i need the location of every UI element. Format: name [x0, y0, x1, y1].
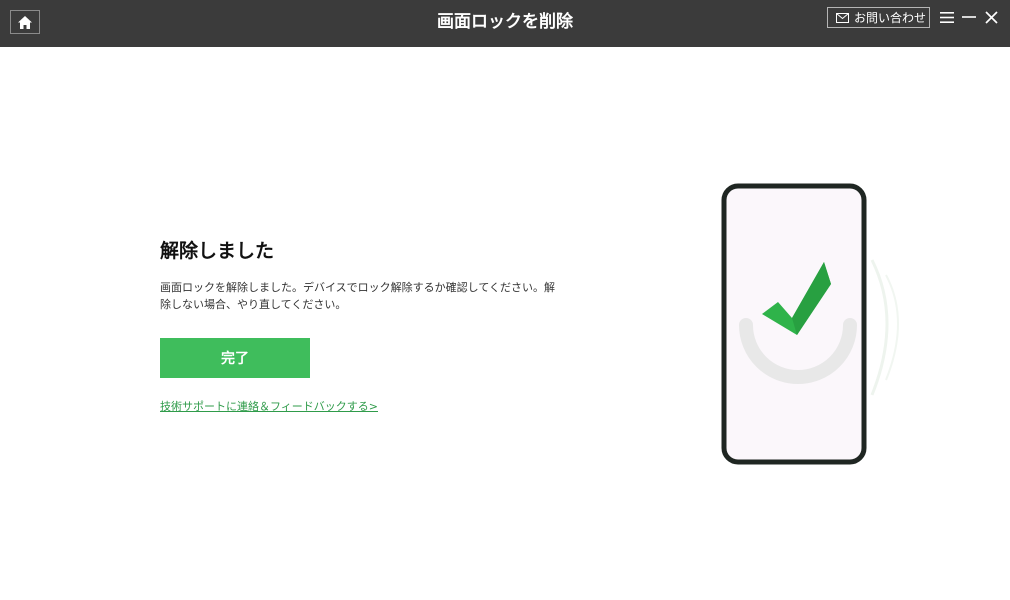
- minimize-button[interactable]: [960, 8, 978, 26]
- contact-button[interactable]: お問い合わせ: [827, 7, 930, 28]
- close-icon: [984, 10, 998, 24]
- menu-icon: [940, 11, 954, 23]
- phone-illustration: [700, 170, 940, 480]
- support-feedback-link[interactable]: 技術サポートに連絡＆フィードバックする>: [160, 398, 378, 414]
- contact-label: お問い合わせ: [854, 11, 927, 25]
- close-button[interactable]: [982, 8, 1000, 26]
- result-description: 画面ロックを解除しました。デバイスでロック解除するか確認してください。解除しない…: [160, 281, 556, 311]
- phone-checkmark-icon: [721, 183, 899, 465]
- title-bar: 画面ロックを削除 お問い合わせ: [0, 0, 1010, 47]
- mail-icon: [836, 12, 849, 23]
- result-title: 解除しました: [160, 240, 275, 262]
- menu-button[interactable]: [938, 8, 956, 26]
- minimize-icon: [962, 16, 976, 18]
- done-button[interactable]: 完了: [160, 338, 310, 378]
